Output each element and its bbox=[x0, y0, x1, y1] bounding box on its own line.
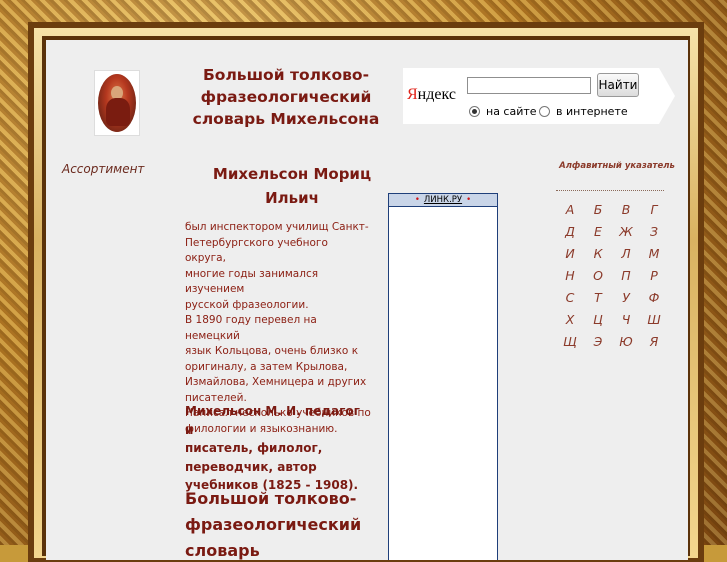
letter-link[interactable]: И bbox=[556, 246, 584, 262]
letter-link[interactable]: А bbox=[556, 202, 584, 218]
portrait-robe bbox=[106, 98, 130, 126]
bio-line: был инспектором училищ Санкт- bbox=[185, 221, 369, 233]
radio-site-control[interactable] bbox=[469, 106, 480, 117]
linkru-badge[interactable]: • ЛИНК.РУ • bbox=[389, 194, 497, 207]
letter-link[interactable]: Е bbox=[584, 224, 612, 240]
person-name-line-1: Михельсон Мориц bbox=[212, 165, 372, 183]
yandex-logo-first-letter: Я bbox=[407, 86, 418, 103]
letter-link[interactable]: Ж bbox=[612, 224, 640, 240]
letter-link[interactable]: Э bbox=[584, 334, 612, 350]
letter-link[interactable]: С bbox=[556, 290, 584, 306]
letter-link[interactable]: Я bbox=[640, 334, 668, 350]
yandex-logo-rest: ндекс bbox=[417, 86, 456, 103]
letter-link[interactable]: Ю bbox=[612, 334, 640, 350]
search-button[interactable]: Найти bbox=[597, 73, 639, 97]
yandex-search-form: Яндекс Найти на сайте в интернете bbox=[403, 68, 659, 124]
summary-line: Михельсон М. И. педагог и bbox=[185, 404, 360, 437]
dictionary-heading-line: Большой толково- bbox=[185, 489, 357, 508]
radio-web-label: в интернете bbox=[556, 105, 628, 118]
alphabet-index: А Б В Г Д Е Ж З И К Л М Н О П Р С Т У Ф … bbox=[556, 202, 668, 350]
yandex-logo: Яндекс bbox=[407, 86, 456, 104]
portrait-oval bbox=[98, 74, 136, 132]
author-summary: Михельсон М. И. педагог и писатель, фило… bbox=[185, 402, 365, 495]
bio-line: оригиналу, а затем Крылова, bbox=[185, 360, 348, 373]
badge-bullet-right: • bbox=[466, 195, 472, 205]
letter-link[interactable]: О bbox=[584, 268, 612, 284]
letter-link[interactable]: Ш bbox=[640, 312, 668, 328]
letter-link[interactable]: Н bbox=[556, 268, 584, 284]
letter-link[interactable]: Г bbox=[640, 202, 668, 218]
letter-link[interactable]: Ц bbox=[584, 312, 612, 328]
bio-line: Измайлова, Хемницера и других bbox=[185, 376, 367, 388]
summary-line: переводчик, автор bbox=[185, 459, 317, 474]
letter-link[interactable]: Щ bbox=[556, 334, 584, 350]
site-title-line-3: словарь Михельсона bbox=[192, 110, 380, 128]
letter-link[interactable]: Ф bbox=[640, 290, 668, 306]
letter-link[interactable]: Х bbox=[556, 312, 584, 328]
alphabet-index-title: Алфавитный указатель bbox=[559, 161, 675, 171]
letter-link[interactable]: К bbox=[584, 246, 612, 262]
search-box-arrow bbox=[659, 68, 675, 124]
dictionary-heading: Большой толково- фразеологический словар… bbox=[185, 486, 375, 560]
letter-link[interactable]: Д bbox=[556, 224, 584, 240]
letter-link[interactable]: У bbox=[612, 290, 640, 306]
linkru-link[interactable]: ЛИНК.РУ bbox=[420, 195, 466, 205]
bio-line: Петербургского учебного округа, bbox=[185, 236, 328, 265]
index-divider bbox=[556, 190, 664, 191]
ad-banner-column[interactable]: • ЛИНК.РУ • bbox=[388, 193, 498, 560]
letter-link[interactable]: Л bbox=[612, 246, 640, 262]
bio-line: многие годы занимался изучением bbox=[185, 267, 319, 296]
bio-line: язык Кольцова, очень близко к bbox=[185, 345, 359, 357]
site-title: Большой толково- фразеологический словар… bbox=[186, 64, 386, 130]
letter-link[interactable]: Т bbox=[584, 290, 612, 306]
radio-option-site[interactable]: на сайте bbox=[469, 105, 537, 118]
dictionary-heading-line: словарь Михельсона bbox=[185, 541, 260, 560]
letter-link[interactable]: З bbox=[640, 224, 668, 240]
radio-option-web[interactable]: в интернете bbox=[539, 105, 628, 118]
letter-link[interactable]: Б bbox=[584, 202, 612, 218]
letter-link[interactable]: Р bbox=[640, 268, 668, 284]
portrait-image bbox=[94, 70, 140, 136]
bio-line: В 1890 году перевел на немецкий bbox=[185, 314, 317, 342]
person-name: Михельсон Мориц Ильич bbox=[192, 162, 392, 210]
site-title-line-2: фразеологический bbox=[200, 88, 372, 106]
site-title-line-1: Большой толково- bbox=[202, 66, 370, 84]
radio-site-label: на сайте bbox=[486, 105, 537, 118]
radio-web-control[interactable] bbox=[539, 106, 550, 117]
letter-link[interactable]: Ч bbox=[612, 312, 640, 328]
dictionary-heading-line: фразеологический bbox=[185, 515, 362, 534]
letter-link[interactable]: В bbox=[612, 202, 640, 218]
nav-link-assortiment[interactable]: Ассортимент bbox=[62, 162, 144, 176]
letter-link[interactable]: П bbox=[612, 268, 640, 284]
letter-link[interactable]: М bbox=[640, 246, 668, 262]
summary-line: писатель, филолог, bbox=[185, 441, 323, 455]
page-content: Большой толково- фразеологический словар… bbox=[46, 40, 688, 560]
bio-line: русской фразеологии. bbox=[185, 298, 309, 311]
person-name-line-2: Ильич bbox=[265, 189, 319, 207]
search-input[interactable] bbox=[467, 77, 591, 94]
